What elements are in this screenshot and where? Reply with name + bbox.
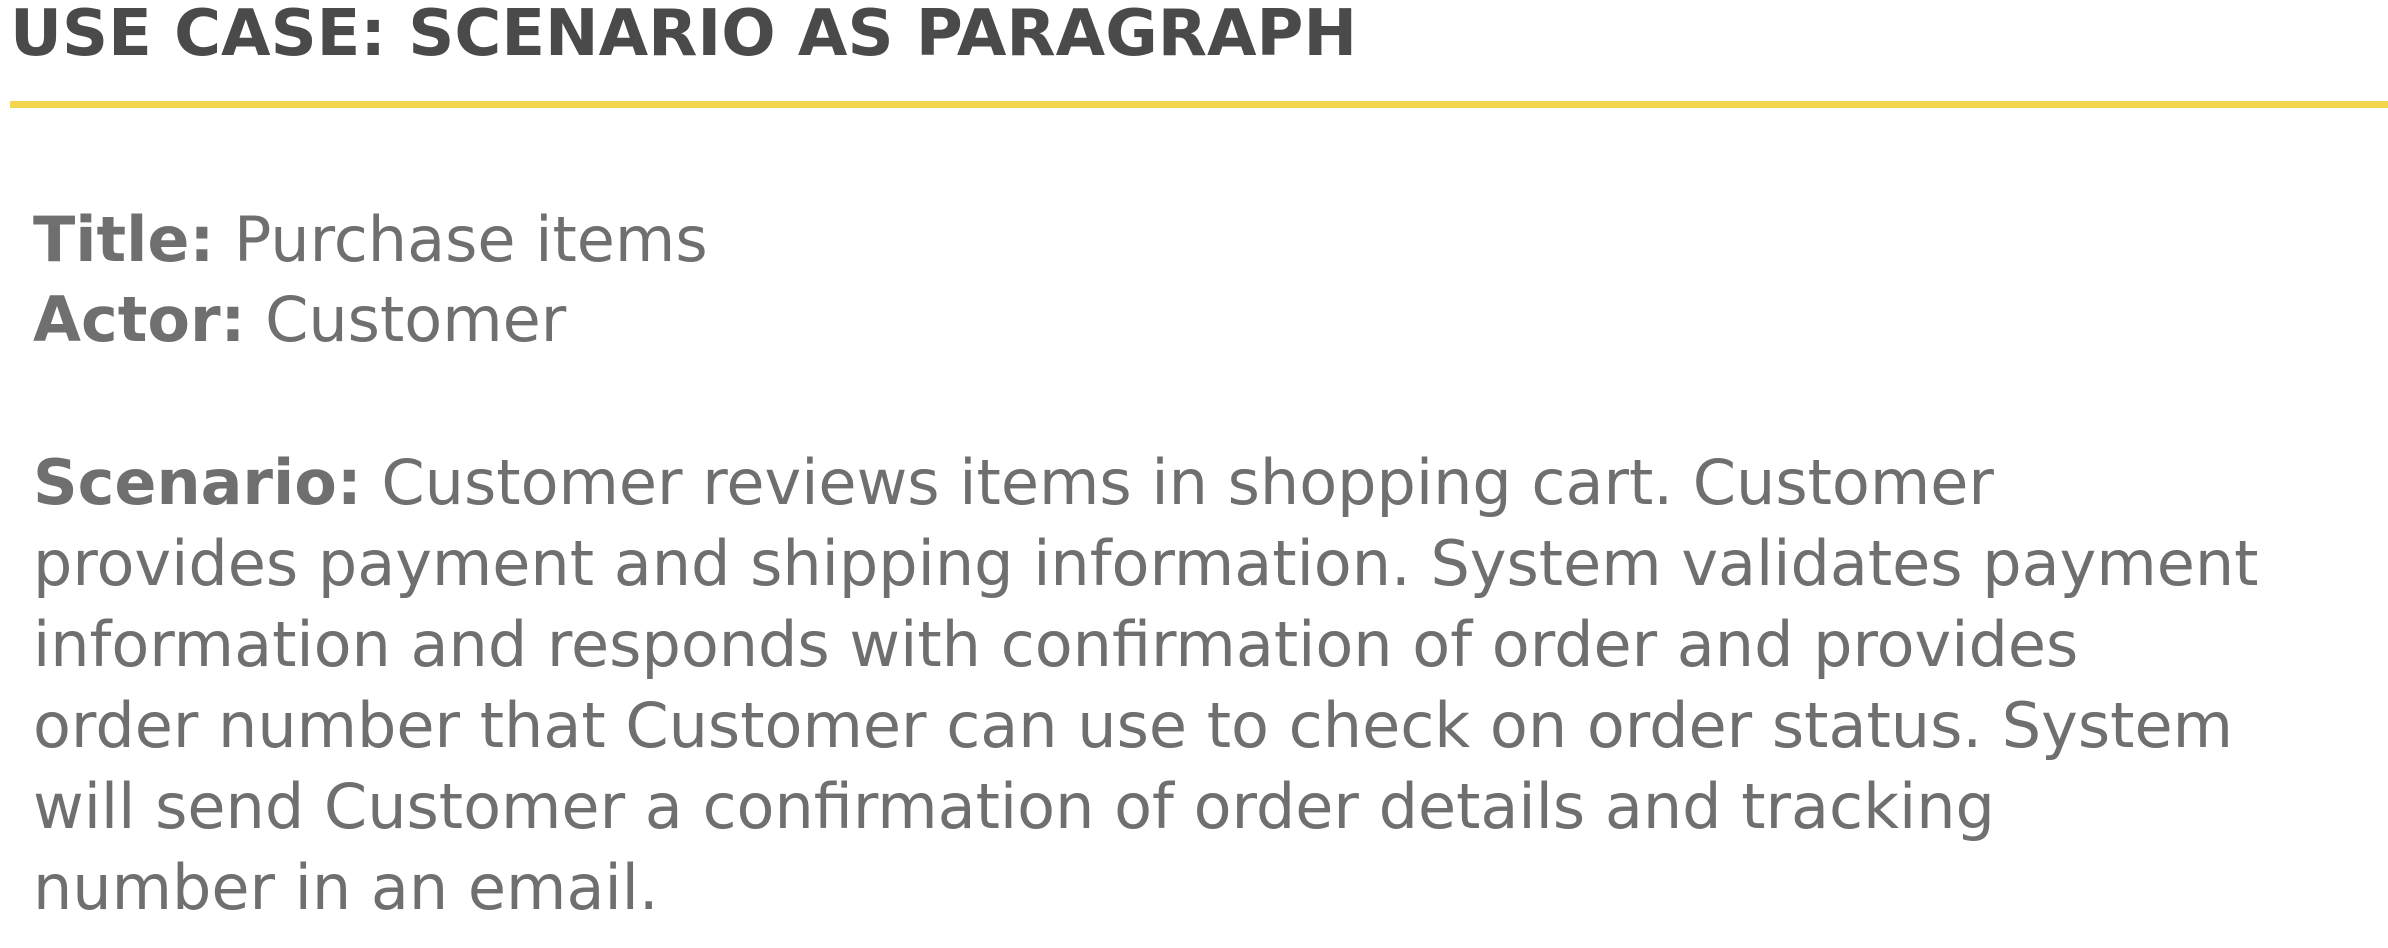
- title-value: Purchase items: [234, 203, 708, 276]
- title-label: Title:: [33, 203, 215, 276]
- scenario-line: will send Customer a confirmation of ord…: [33, 770, 1995, 843]
- scenario-line: provides payment and shipping informatio…: [33, 527, 2259, 600]
- scenario-paragraph: Scenario: Customer reviews items in shop…: [33, 442, 2259, 928]
- scenario-text: Customer reviews items in shopping cart.…: [381, 446, 1994, 519]
- title-field: Title: Purchase items: [33, 200, 708, 280]
- scenario-line: Scenario: Customer reviews items in shop…: [33, 442, 2259, 523]
- slide-heading: USE CASE: SCENARIO AS PARAGRAPH: [10, 0, 1357, 71]
- scenario-line: order number that Customer can use to ch…: [33, 689, 2234, 762]
- actor-field: Actor: Customer: [33, 280, 708, 360]
- heading-underline: [10, 101, 2388, 108]
- use-case-meta: Title: Purchase items Actor: Customer: [33, 200, 708, 360]
- actor-label: Actor:: [33, 283, 246, 356]
- scenario-line: number in an email.: [33, 851, 659, 924]
- scenario-label: Scenario:: [33, 446, 362, 519]
- scenario-line: information and responds with confirmati…: [33, 608, 2079, 681]
- actor-value: Customer: [265, 283, 567, 356]
